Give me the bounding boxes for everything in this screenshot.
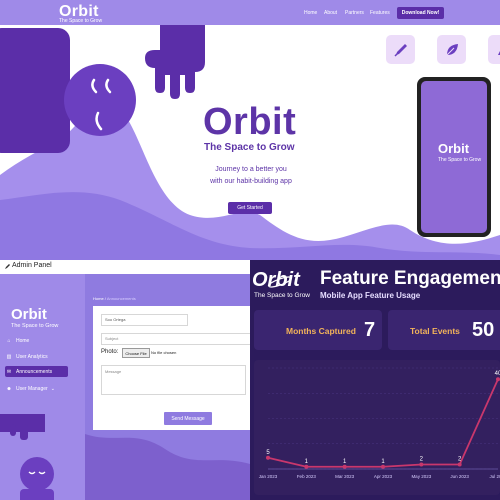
get-started-button[interactable]: Get Started (228, 202, 272, 214)
choose-file-button[interactable]: Choose File (122, 348, 150, 358)
chart-point (419, 462, 424, 467)
chevron-down-icon: ⌄ (50, 385, 55, 392)
chart-x-tick-label: Apr 2023 (374, 474, 393, 479)
chart-data-label: 5 (266, 450, 270, 456)
dashboard-brand-tagline: The Space to Grow (254, 292, 310, 299)
chart-icon: ▥ (6, 353, 12, 360)
chart-x-tick-label: Mar 2023 (335, 474, 355, 479)
hero-tagline: Journey to a better you with our habit-b… (195, 164, 307, 188)
chart-data-label: 40 (495, 371, 500, 377)
kpi-total-events: Total Events 50 (388, 310, 500, 350)
brand-tagline: The Space to Grow (59, 18, 103, 24)
character-hand (145, 20, 205, 99)
chart-data-label: 2 (420, 457, 424, 463)
breadcrumb-current: Announcements (106, 296, 136, 301)
chart-x-tick-label: Jul 2023 (489, 474, 500, 479)
hero-tagline-line1: Journey to a better you (215, 166, 287, 173)
sidebar-item-label: User Manager (16, 385, 48, 392)
nav-link-partners[interactable]: Partners (345, 10, 364, 16)
sidebar-item-user-manager[interactable]: ☻ User Manager ⌄ (5, 383, 68, 394)
hero-tagline-line2: with our habit-building app (210, 178, 292, 185)
sidebar-item-label: Announcements (16, 368, 53, 375)
phone-screen: Orbit The Space to Grow (421, 81, 487, 233)
photo-label: Photo: (101, 349, 119, 355)
engagement-chart-card: 5 Jan 2023 1 Feb 2023 1 Mar 2023 1 Apr 2023 2 May… (254, 360, 500, 495)
feature-tile-leaf[interactable] (437, 35, 466, 64)
hero-subtitle: The Space to Grow (204, 142, 295, 153)
dashboard-title: Feature Engagement (320, 268, 500, 289)
phone-tagline: The Space to Grow (438, 157, 482, 163)
pen-icon (393, 43, 407, 57)
kpi-months-captured: Months Captured 7 (254, 310, 382, 350)
kpi-label: Months Captured (286, 326, 356, 336)
engagement-dashboard: Orbit The Space to Grow Feature Engageme… (250, 260, 500, 500)
feature-tile-rocket[interactable] (488, 35, 500, 64)
admin-topbar: Admin Panel (0, 260, 250, 275)
feature-tile-pen[interactable] (386, 35, 415, 64)
dashboard-brand: Orbit (252, 269, 300, 291)
home-icon: ⌂ (7, 337, 11, 344)
message-field[interactable]: Message (101, 365, 246, 395)
chart-point (381, 464, 385, 469)
hero-title: Orbit (203, 101, 297, 143)
kpi-value: 7 (364, 319, 376, 341)
chart-point (266, 455, 270, 460)
chart-point (304, 464, 309, 469)
landing-page: Orbit The Space to Grow Home About Partn… (0, 0, 500, 260)
send-message-button[interactable]: Send Message (164, 412, 212, 425)
character-head (64, 64, 136, 136)
sidebar-item-analytics[interactable]: ▥ User Analytics (5, 351, 68, 362)
navbar: Orbit The Space to Grow Home About Partn… (0, 0, 500, 25)
user-icon: ☻ (6, 385, 12, 392)
sidebar-tagline: The Space to Grow (11, 323, 59, 329)
sidebar-item-label: User Analytics (16, 353, 48, 360)
nav-link-about[interactable]: About (324, 10, 337, 16)
chart-x-tick-label: Jun 2023 (450, 474, 469, 479)
chart-x-tick-label: May 2023 (411, 474, 431, 479)
chart-data-label: 1 (343, 459, 347, 465)
admin-title: Admin Panel (12, 262, 52, 269)
chart-series-line (267, 378, 499, 468)
breadcrumb-separator: / (104, 296, 106, 301)
engagement-line-chart: 5 Jan 2023 1 Feb 2023 1 Mar 2023 1 Apr 2023 2 May… (259, 367, 500, 479)
nav-link-features[interactable]: Features (370, 10, 390, 16)
no-file-text: No file chosen (151, 350, 177, 355)
phone-brand: Orbit (438, 141, 470, 156)
pen-icon (5, 264, 10, 269)
dashboard-subtitle: Mobile App Feature Usage (320, 291, 421, 300)
rocket-icon (497, 49, 500, 55)
chart-x-tick-label: Jan 2023 (259, 474, 278, 479)
chart-data-label: 1 (381, 459, 385, 465)
breadcrumb-home[interactable]: Home (93, 296, 104, 301)
character-body (0, 28, 70, 153)
chart-point (457, 462, 462, 467)
leaf-icon (446, 43, 458, 55)
chart-x-tick-label: Feb 2023 (297, 474, 317, 479)
recipient-field[interactable]: Soo Ortega (101, 314, 188, 326)
sidebar-item-label: Home (16, 337, 30, 344)
kpi-label: Total Events (410, 326, 460, 336)
sidebar-item-announcements[interactable]: ✉ Announcements (5, 366, 68, 377)
chart-data-label: 1 (305, 459, 309, 465)
sidebar-character-art (0, 414, 54, 500)
sidebar-item-home[interactable]: ⌂ Home (5, 335, 68, 346)
chart-point (496, 377, 500, 382)
nav-link-home[interactable]: Home (304, 10, 317, 16)
breadcrumb: Home / Announcements (93, 296, 136, 301)
chart-point (342, 464, 347, 469)
subject-field[interactable]: Subject (101, 333, 251, 345)
envelope-icon: ✉ (6, 368, 12, 375)
download-button[interactable]: Download Now! (397, 7, 444, 19)
sidebar-brand: Orbit (11, 306, 47, 323)
content-wave-art (85, 434, 250, 500)
kpi-value: 50 (472, 319, 495, 341)
